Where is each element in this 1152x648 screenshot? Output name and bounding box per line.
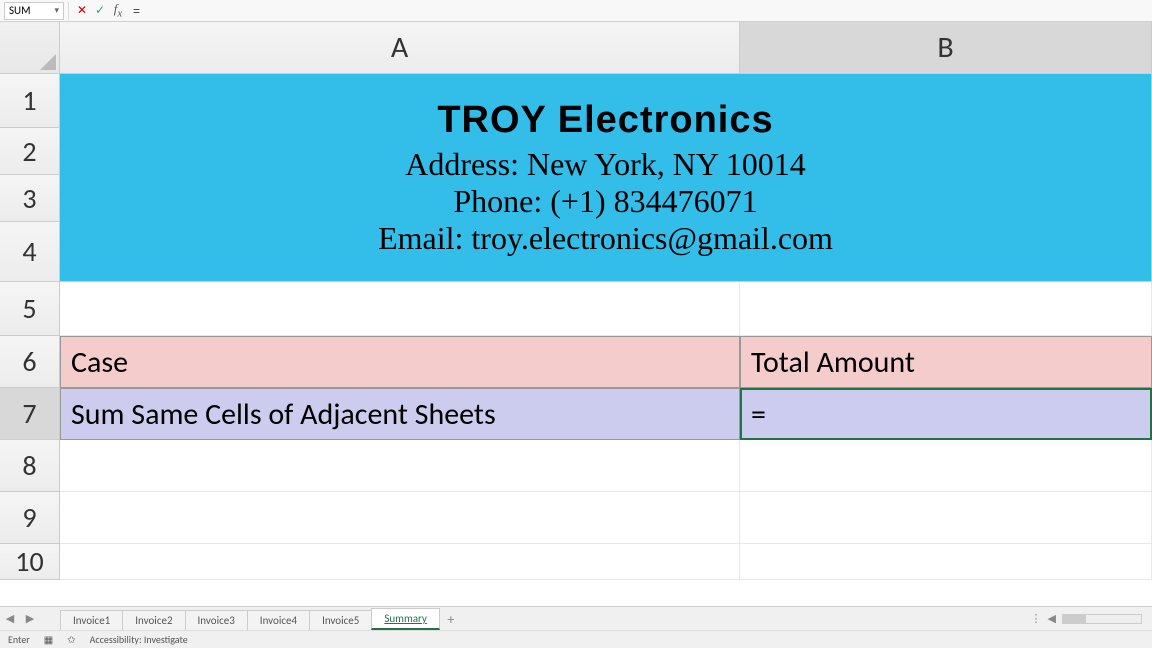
row-header-6[interactable]: 6	[0, 336, 60, 388]
sheet-tab-strip: ◀ ▶ Invoice1 Invoice2 Invoice3 Invoice4 …	[0, 606, 1152, 630]
scroll-sep-icon: ⋮	[1031, 612, 1042, 625]
horizontal-scroll[interactable]: ⋮ ◀	[1031, 612, 1142, 625]
tab-nav-next[interactable]: ▶	[20, 609, 40, 629]
row-header-5[interactable]: 5	[0, 282, 60, 336]
cell-a10[interactable]	[60, 544, 740, 580]
company-title: TROY Electronics	[437, 99, 773, 142]
tab-invoice3[interactable]: Invoice3	[185, 610, 248, 630]
cell-a9[interactable]	[60, 492, 740, 544]
spreadsheet-grid: A B 1 2 3 4 5 6 7 8 9 10 TROY Electronic…	[0, 22, 1152, 602]
formula-input[interactable]	[127, 2, 1152, 20]
cancel-button[interactable]: ✕	[73, 2, 91, 20]
accessibility-icon[interactable]: ✩	[67, 633, 75, 646]
row-header-4[interactable]: 4	[0, 222, 60, 282]
cell-b9[interactable]	[740, 492, 1152, 544]
cell-a8[interactable]	[60, 440, 740, 492]
sheet-tabs: Invoice1 Invoice2 Invoice3 Invoice4 Invo…	[60, 607, 463, 630]
cell-a5[interactable]	[60, 282, 740, 336]
cell-a6[interactable]: Case	[60, 336, 740, 388]
chevron-down-icon: ▾	[54, 5, 59, 16]
separator	[68, 2, 69, 20]
select-all-corner[interactable]	[0, 22, 60, 74]
tab-invoice2[interactable]: Invoice2	[122, 610, 185, 630]
cell-b5[interactable]	[740, 282, 1152, 336]
row-header-8[interactable]: 8	[0, 440, 60, 492]
row-header-9[interactable]: 9	[0, 492, 60, 544]
status-mode: Enter	[8, 633, 30, 646]
row-header-2[interactable]: 2	[0, 128, 60, 175]
workbook-stats-icon[interactable]: ▦	[44, 633, 53, 646]
row-headers: 1 2 3 4 5 6 7 8 9 10	[0, 74, 60, 580]
confirm-button[interactable]: ✓	[91, 2, 109, 20]
accessibility-label[interactable]: Accessibility: Investigate	[90, 633, 188, 646]
row-header-1[interactable]: 1	[0, 74, 60, 128]
fx-button[interactable]: fx	[109, 2, 127, 20]
tab-invoice4[interactable]: Invoice4	[247, 610, 310, 630]
cell-b7-value: =	[751, 396, 766, 433]
status-bar: Enter ▦ ✩ Accessibility: Investigate	[0, 630, 1152, 648]
column-header-b[interactable]: B	[740, 22, 1152, 74]
cell-b10[interactable]	[740, 544, 1152, 580]
company-email: Email: troy.electronics@gmail.com	[378, 220, 833, 257]
scroll-left-icon: ◀	[1048, 612, 1056, 625]
row-header-10[interactable]: 10	[0, 544, 60, 580]
row-header-7[interactable]: 7	[0, 388, 60, 440]
company-phone: Phone: (+1) 834476071	[453, 183, 757, 220]
row-header-3[interactable]: 3	[0, 175, 60, 222]
column-headers: A B	[0, 22, 1152, 74]
cell-b7[interactable]: =	[740, 388, 1152, 440]
scroll-track[interactable]	[1062, 614, 1142, 624]
tab-invoice1[interactable]: Invoice1	[60, 610, 123, 630]
column-header-a[interactable]: A	[60, 22, 740, 74]
company-address: Address: New York, NY 10014	[405, 146, 806, 183]
name-box-value: SUM	[9, 4, 31, 17]
text-cursor	[766, 399, 767, 429]
add-sheet-button[interactable]: +	[439, 609, 463, 630]
tab-nav-prev[interactable]: ◀	[0, 609, 20, 629]
tab-summary[interactable]: Summary	[371, 608, 440, 630]
company-header-block[interactable]: TROY Electronics Address: New York, NY 1…	[60, 74, 1152, 282]
cell-b8[interactable]	[740, 440, 1152, 492]
name-box[interactable]: SUM ▾	[4, 2, 64, 20]
cell-b6[interactable]: Total Amount	[740, 336, 1152, 388]
cell-body: TROY Electronics Address: New York, NY 1…	[60, 74, 1152, 580]
tab-invoice5[interactable]: Invoice5	[309, 610, 372, 630]
formula-bar: SUM ▾ ✕ ✓ fx	[0, 0, 1152, 22]
cell-a7[interactable]: Sum Same Cells of Adjacent Sheets	[60, 388, 740, 440]
